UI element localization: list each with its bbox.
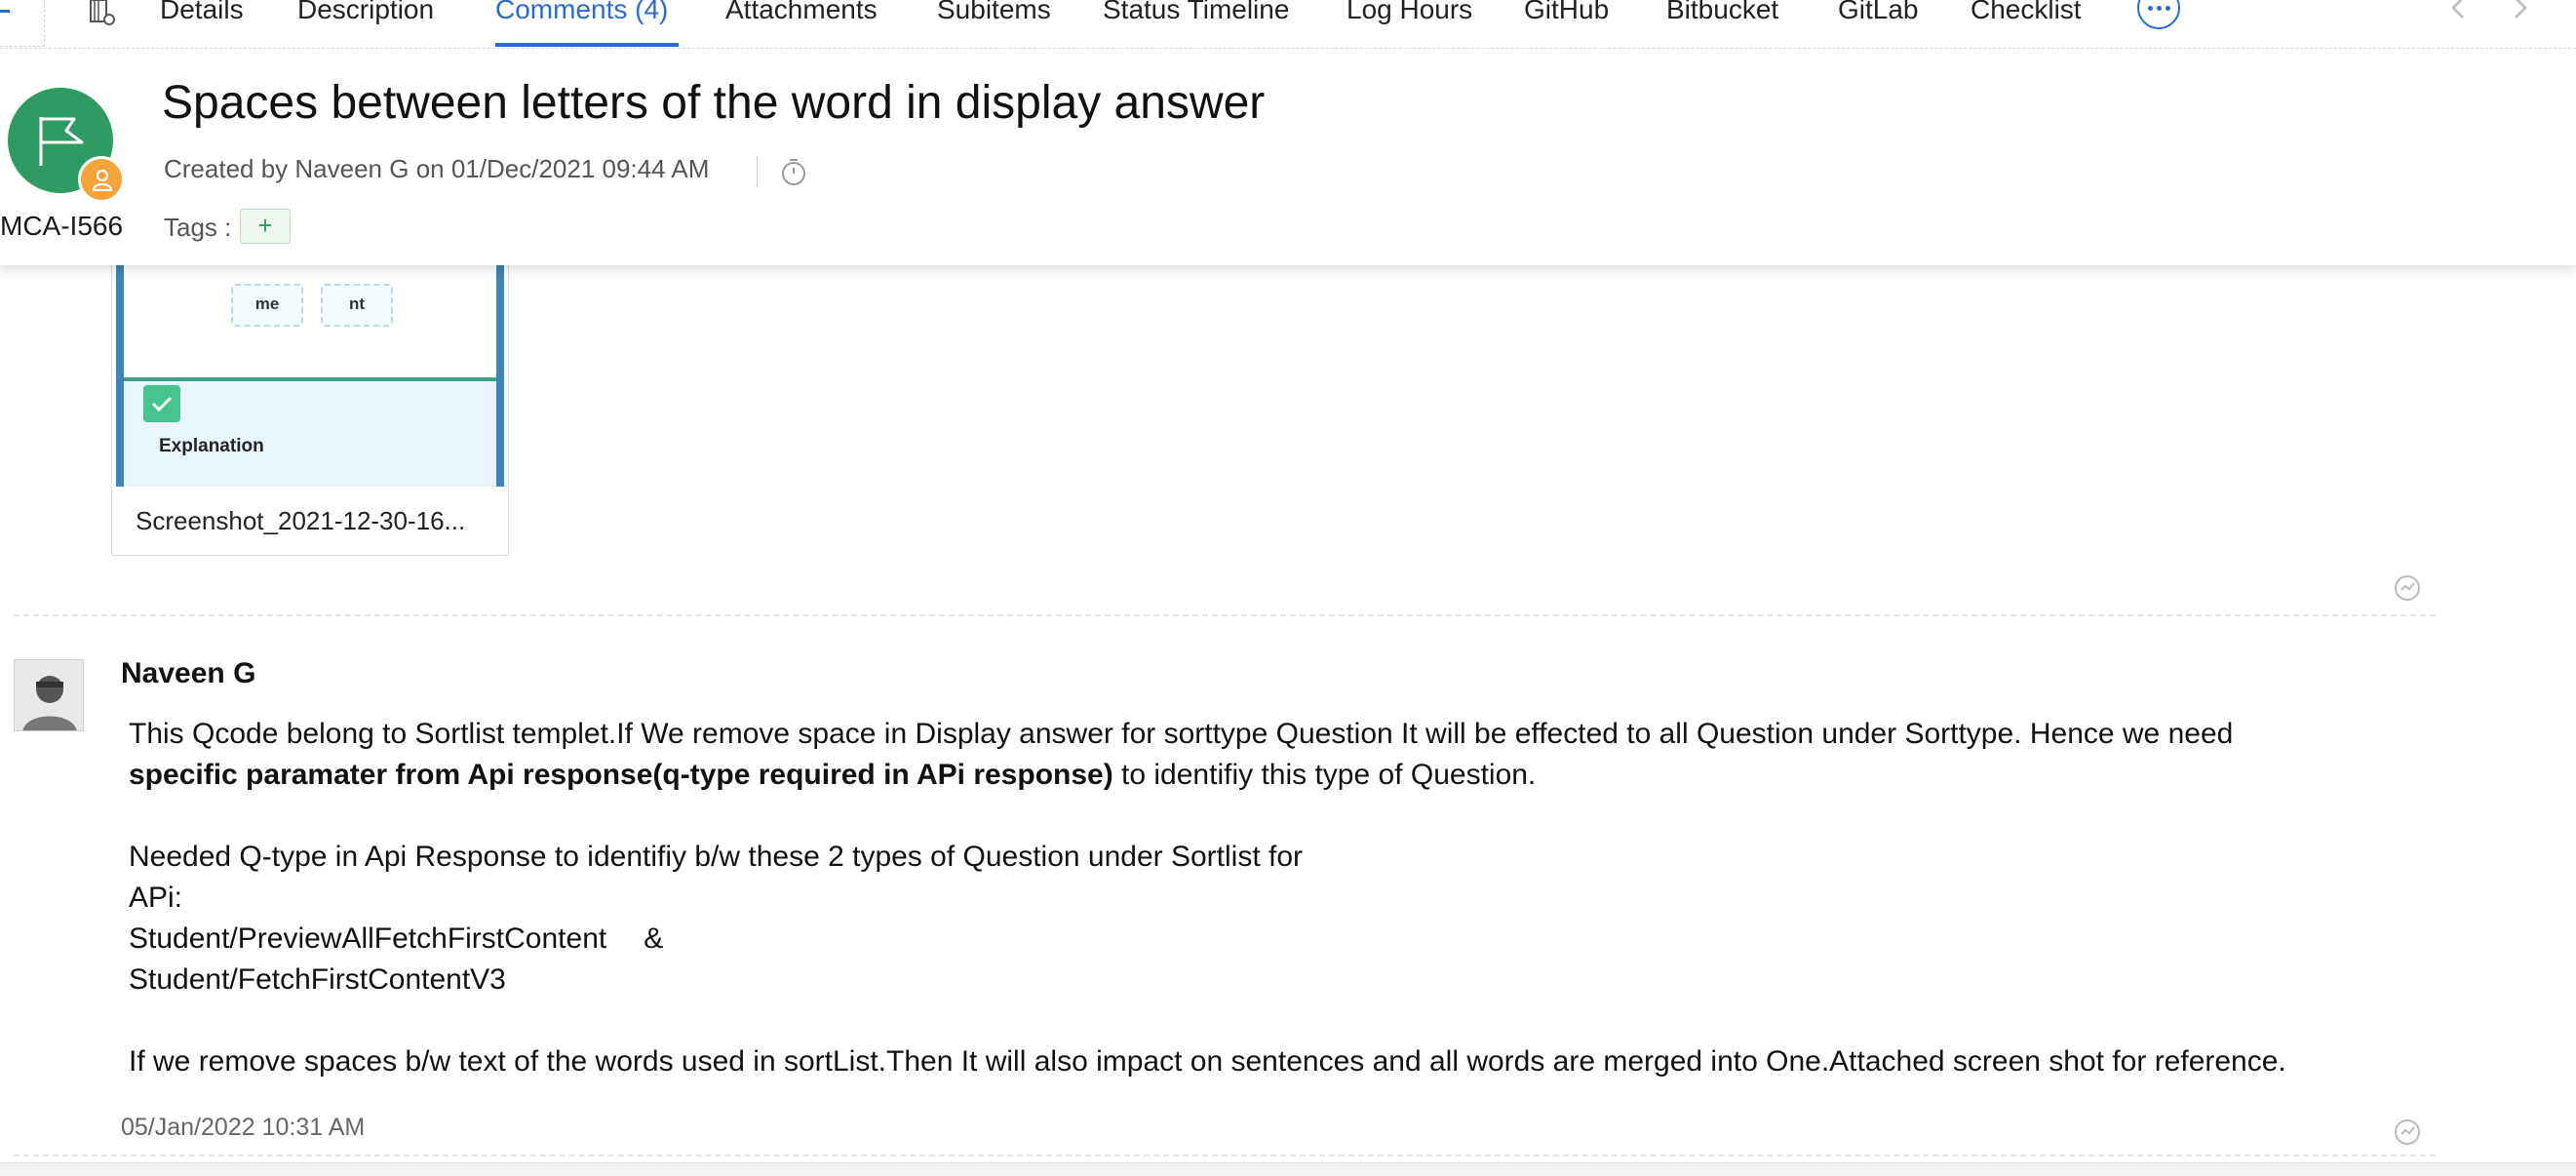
created-meta: Created by Naveen G on 01/Dec/2021 09:44…	[164, 154, 710, 183]
preview-chip: nt	[321, 284, 393, 327]
owner-badge[interactable]	[78, 156, 125, 203]
next-arrow-icon[interactable]	[2506, 0, 2533, 21]
next-comment-edge	[0, 1162, 2576, 1176]
tab-comments[interactable]: Comments (4)	[495, 0, 668, 31]
add-tag-button[interactable]: +	[240, 209, 291, 244]
previous-arrow-icon[interactable]	[2445, 0, 2473, 21]
tab-bitbucket[interactable]: Bitbucket	[1666, 0, 1778, 31]
tab-log-hours[interactable]: Log Hours	[1347, 0, 1472, 31]
more-options-button[interactable]	[2137, 0, 2180, 29]
tab-details[interactable]: Details	[160, 0, 244, 31]
tab-attachments[interactable]: Attachments	[725, 0, 878, 31]
issue-header: MCA-I566 Spaces between letters of the w…	[0, 49, 2576, 265]
meta-separator	[757, 156, 758, 187]
timer-icon[interactable]	[778, 156, 809, 187]
tab-gitlab[interactable]: GitLab	[1838, 0, 1919, 31]
page-title[interactable]: Spaces between letters of the word in di…	[162, 76, 1265, 130]
tab-checklist[interactable]: Checklist	[1971, 0, 2082, 31]
issue-id: MCA-I566	[0, 211, 124, 241]
preview-chip: me	[231, 284, 303, 327]
flag-icon	[39, 117, 84, 166]
attachment-card[interactable]: me nt Explanation Screenshot_2021-12-30-…	[111, 244, 509, 556]
tags-label: Tags :	[164, 213, 232, 242]
attachment-filename[interactable]: Screenshot_2021-12-30-16...	[136, 506, 465, 536]
sidebar-toggle[interactable]	[0, 0, 45, 47]
comment-text: to identifiy this type of Question.	[1112, 759, 1537, 791]
api-endpoint: Student/PreviewAllFetchFirstContent	[129, 922, 607, 955]
reaction-icon[interactable]	[2393, 1117, 2422, 1147]
tab-github[interactable]: GitHub	[1524, 0, 1609, 31]
comment-text: APi:	[129, 882, 183, 914]
tab-status-timeline[interactable]: Status Timeline	[1103, 0, 1289, 31]
comment-text: If we remove spaces b/w text of the word…	[129, 1045, 2286, 1078]
api-endpoint: Student/FetchFirstContentV3	[129, 963, 506, 996]
comment-divider	[14, 1155, 2436, 1156]
attachment-thumbnail: me nt Explanation	[116, 245, 504, 487]
tab-description[interactable]: Description	[297, 0, 434, 31]
comment-timestamp: 05/Jan/2022 10:31 AM	[121, 1114, 366, 1141]
comment-text: This Qcode belong to Sortlist templet.If…	[129, 718, 2234, 750]
preview-heading: Explanation	[159, 436, 264, 456]
comment-bold-text: specific paramater from Api response(q-t…	[129, 759, 1113, 791]
tab-bar: Details Description Comments (4) Attachm…	[0, 0, 2576, 49]
comment-body: This Qcode belong to Sortlist templet.If…	[129, 714, 2469, 1082]
tab-subitems[interactable]: Subitems	[937, 0, 1051, 31]
check-icon	[143, 385, 180, 422]
active-tab-indicator	[495, 43, 679, 47]
comment-author[interactable]: Naveen G	[121, 657, 255, 690]
reaction-icon[interactable]	[2393, 573, 2422, 603]
comment-text: Needed Q-type in Api Response to identif…	[129, 841, 1303, 873]
avatar[interactable]	[14, 659, 84, 731]
board-settings-icon[interactable]	[88, 0, 119, 27]
comment-text: &	[644, 922, 664, 955]
comment-divider	[14, 614, 2436, 616]
user-icon	[92, 169, 113, 192]
